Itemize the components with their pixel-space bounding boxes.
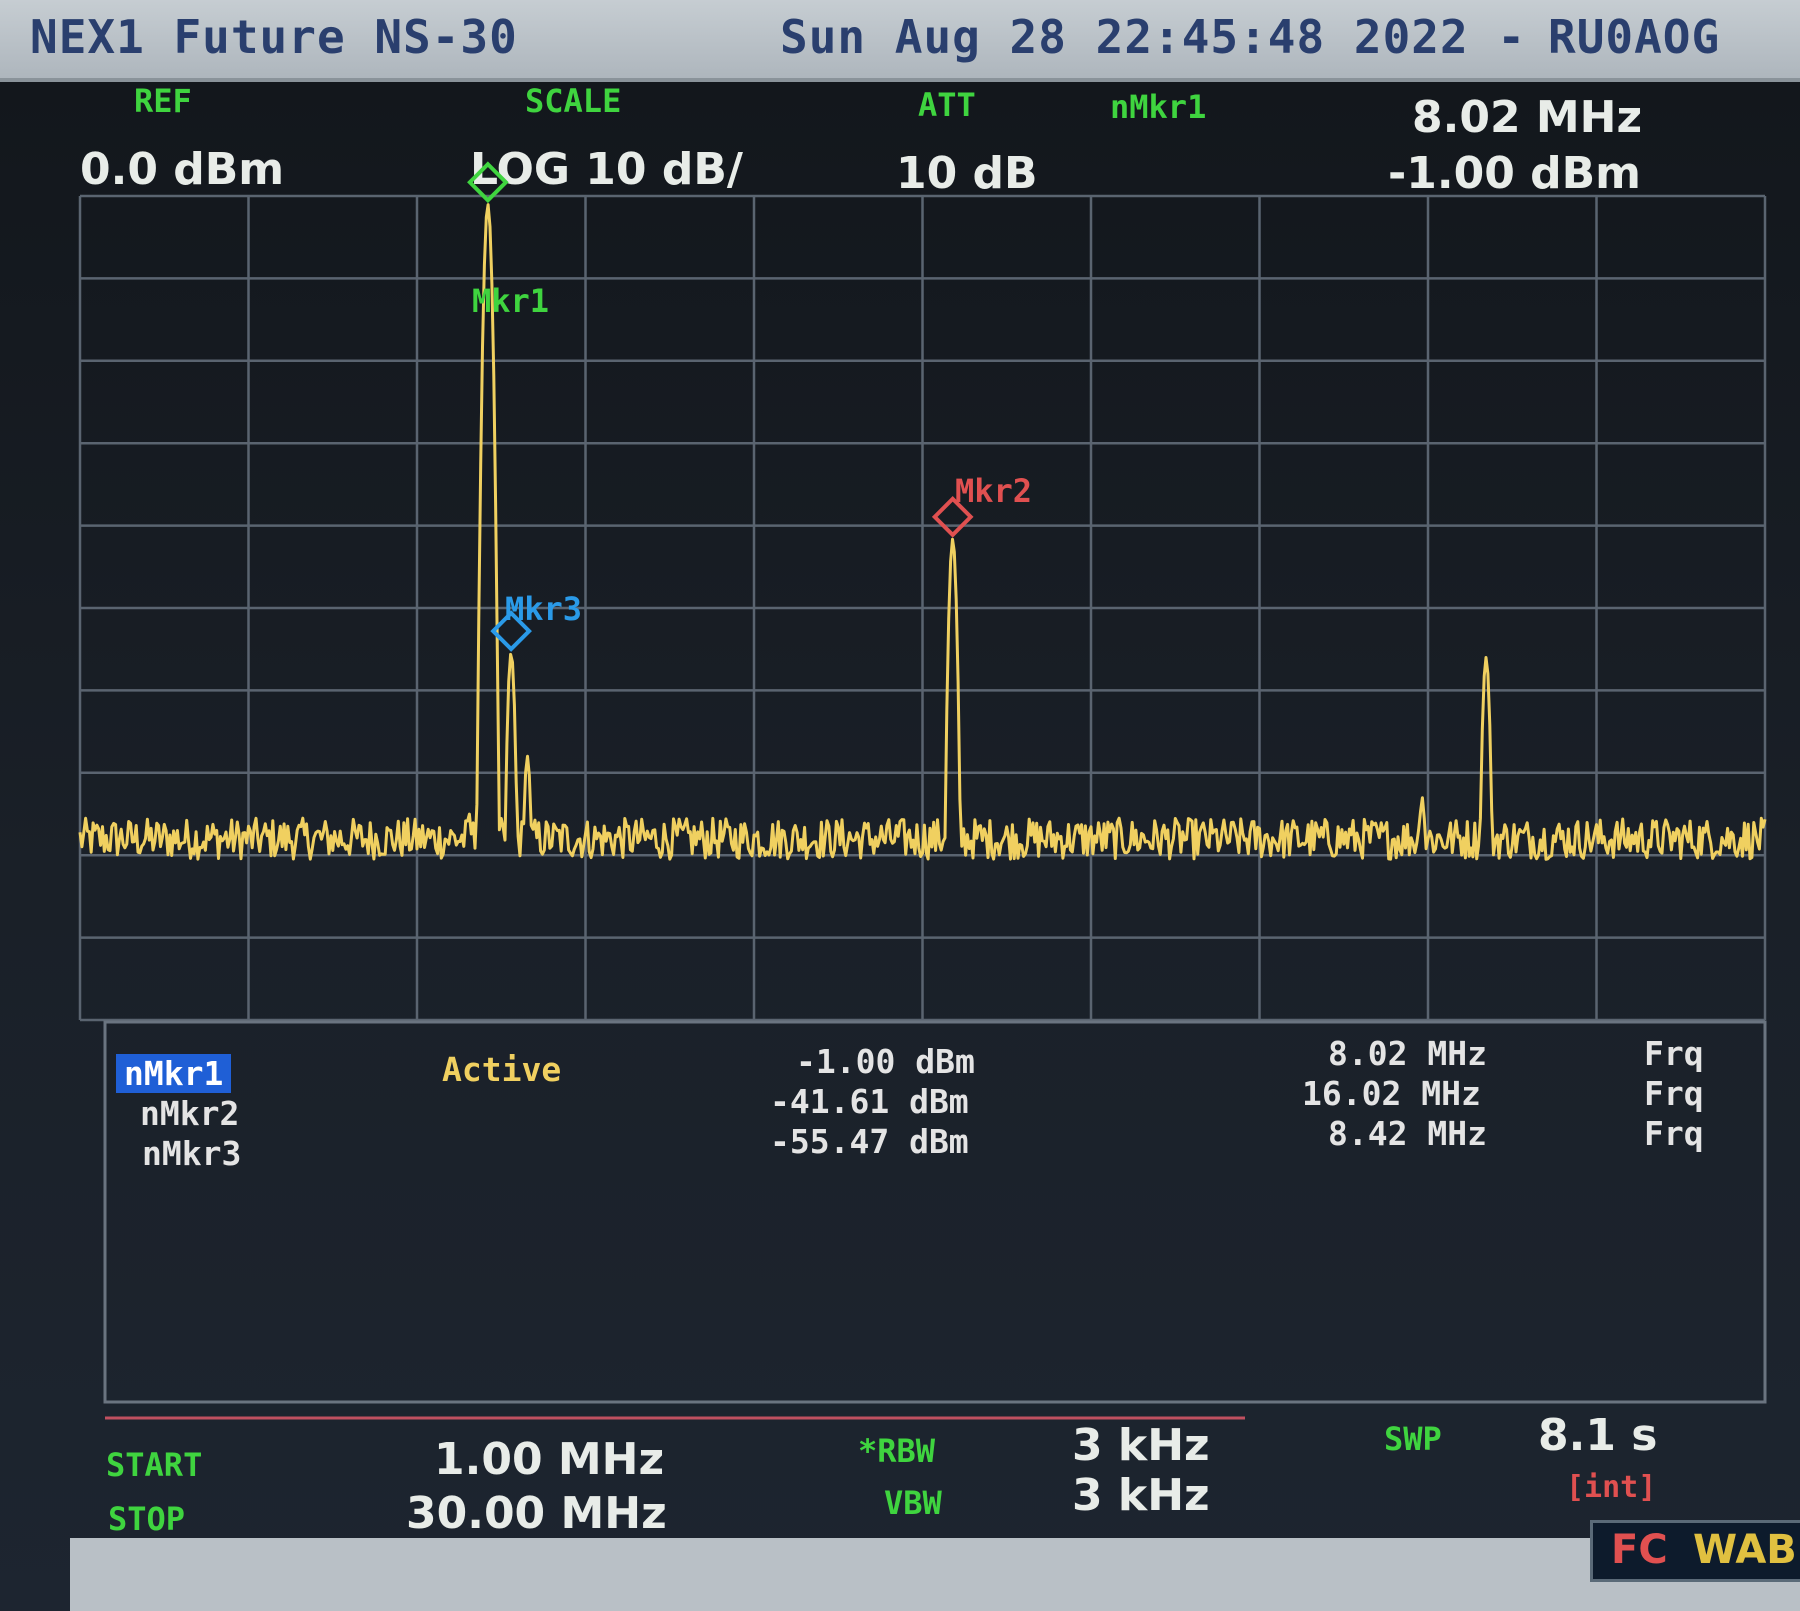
marker-group [467,161,974,652]
marker-row-2-mode: Frq [1644,1074,1704,1113]
mkr2-label: Mkr2 [955,472,1032,510]
stop-value[interactable]: 30.00 MHz [406,1488,667,1539]
wabi-text: WABI [1693,1527,1800,1573]
start-value[interactable]: 1.00 MHz [434,1434,664,1485]
marker-row-3-freq: 8.42 MHz [1328,1114,1487,1153]
marker-row-3-name[interactable]: nMkr3 [142,1134,241,1173]
mkr1-label: Mkr1 [472,282,549,320]
marker-row-1-freq: 8.02 MHz [1328,1034,1487,1073]
fc-text: FC [1611,1527,1668,1573]
marker-row-1-name[interactable]: nMkr1 [116,1054,232,1093]
marker-row-3-level: -55.47 dBm [770,1122,969,1161]
marker-row-1-level: -1.00 dBm [796,1042,975,1081]
rbw-label: *RBW [858,1432,936,1470]
rbw-value[interactable]: 3 kHz [1072,1420,1210,1471]
stop-label: STOP [108,1500,186,1538]
graticule [78,194,1767,1022]
marker-row-2-freq: 16.02 MHz [1302,1074,1481,1113]
spectrum-plot[interactable]: Mkr1 Mkr2 Mkr3 [0,0,1800,1611]
start-label: START [106,1446,203,1484]
fc-badge: FC WABI [1590,1520,1800,1582]
marker-row-1-mode: Frq [1644,1034,1704,1073]
marker-row-2-level: -41.61 dBm [770,1082,969,1121]
swp-label: SWP [1384,1420,1442,1458]
mkr3-label: Mkr3 [505,590,582,628]
vbw-value[interactable]: 3 kHz [1072,1470,1210,1521]
bottom-bezel-strip [70,1538,1800,1611]
swp-value[interactable]: 8.1 s [1538,1410,1657,1461]
analyzer-screen: NEX1 Future NS-30 Sun Aug 28 22:45:48 20… [0,0,1800,1611]
swp-mode: [int] [1566,1470,1657,1505]
marker-row-2-name[interactable]: nMkr2 [140,1094,239,1133]
vbw-label: VBW [884,1484,942,1522]
marker-row-3-mode: Frq [1644,1114,1704,1153]
marker-active-label: Active [442,1050,562,1089]
